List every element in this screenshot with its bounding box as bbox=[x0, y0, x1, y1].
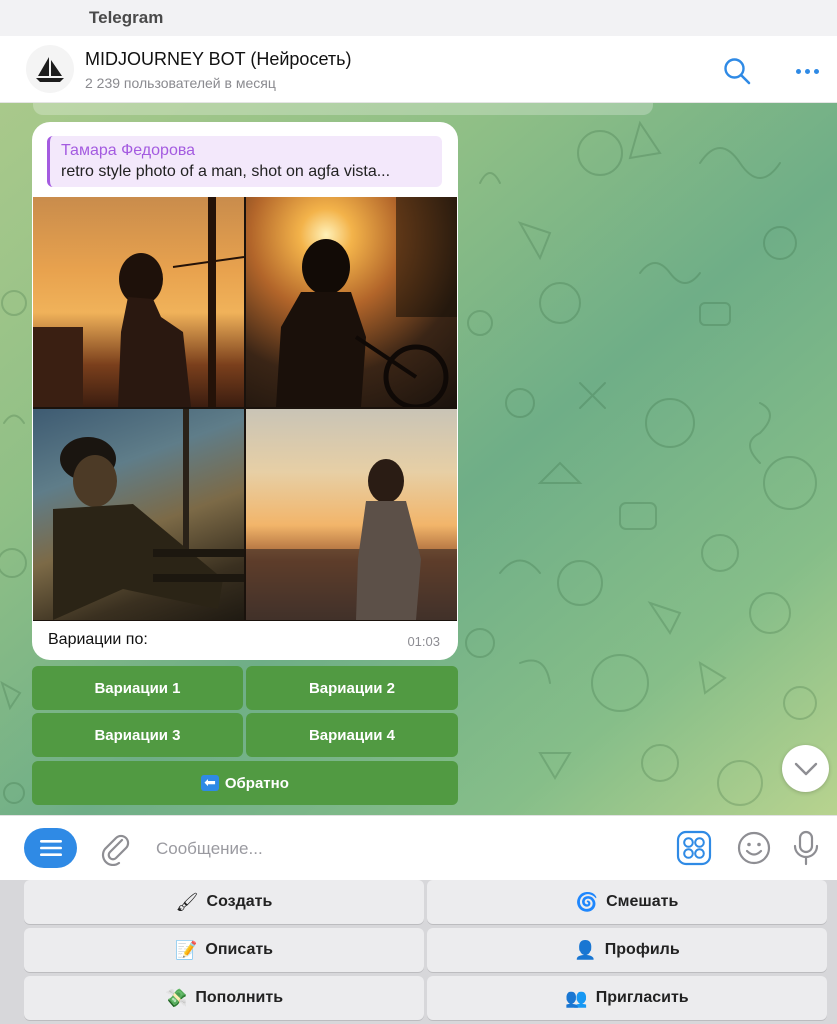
photo-tile-2[interactable] bbox=[246, 197, 457, 407]
back-label: Обратно bbox=[224, 774, 289, 792]
inline-button-variation-4[interactable]: Вариации 4 bbox=[246, 713, 458, 757]
chat-area[interactable]: Тамара Федорова retro style photo of a m… bbox=[0, 103, 837, 815]
photo-tile-1[interactable] bbox=[33, 197, 244, 407]
message-time: 01:03 bbox=[407, 634, 440, 649]
photo-silhouette-man-bench bbox=[53, 409, 244, 620]
user-icon: 👤 bbox=[574, 939, 597, 961]
menu-icon bbox=[39, 840, 62, 856]
search-icon bbox=[724, 58, 751, 85]
message-bubble[interactable]: Тамара Федорова retro style photo of a m… bbox=[32, 122, 458, 660]
chat-title[interactable]: MIDJOURNEY BOT (Нейросеть) bbox=[85, 49, 351, 70]
os-app-name: Telegram bbox=[89, 8, 164, 27]
paperclip-icon bbox=[101, 834, 130, 867]
image-grid[interactable] bbox=[33, 197, 457, 621]
keyboard-button-mix[interactable]: 🌀 Смешать bbox=[427, 880, 827, 924]
keyboard-button-invite[interactable]: 👥 Пригласить bbox=[427, 976, 827, 1020]
emoji-button[interactable] bbox=[736, 830, 772, 866]
keyboard-label: Профиль bbox=[604, 941, 680, 958]
keyboard-button-profile[interactable]: 👤 Профиль bbox=[427, 928, 827, 972]
keyboard-button-create[interactable]: 🖌 Создать bbox=[24, 880, 424, 924]
bot-menu-button[interactable] bbox=[24, 828, 77, 868]
microphone-icon bbox=[793, 830, 819, 866]
smiley-icon bbox=[737, 831, 771, 865]
keyboard-label: Пополнить bbox=[195, 989, 284, 1006]
sailboat-icon bbox=[36, 57, 64, 82]
keyboard-button-topup[interactable]: 💸 Пополнить bbox=[24, 976, 424, 1020]
keyboard-label: Описать bbox=[205, 941, 274, 958]
paintbrush-icon: 🖌 bbox=[175, 891, 199, 913]
bot-reply-keyboard: 🖌 Создать 🌀 Смешать 📝 Описать 👤 Профиль … bbox=[0, 880, 837, 1024]
keyboard-label: Смешать bbox=[606, 893, 679, 910]
users-icon: 👥 bbox=[565, 987, 588, 1009]
attach-button[interactable] bbox=[100, 832, 132, 867]
apps-grid-icon bbox=[676, 830, 712, 866]
back-arrow-icon: ⬅ bbox=[201, 775, 219, 791]
inline-button-variation-2[interactable]: Вариации 2 bbox=[246, 666, 458, 710]
inline-button-back[interactable]: ⬅ Обратно bbox=[32, 761, 458, 805]
message-composer bbox=[0, 815, 837, 880]
photo-silhouette-man-bicycle bbox=[276, 197, 457, 407]
voice-record-button[interactable] bbox=[790, 830, 826, 866]
inline-button-variation-1[interactable]: Вариации 1 bbox=[32, 666, 243, 710]
message-input[interactable] bbox=[150, 832, 650, 866]
chat-header: MIDJOURNEY BOT (Нейросеть) 2 239 пользов… bbox=[0, 36, 837, 103]
reply-quote[interactable]: Тамара Федорова retro style photo of a m… bbox=[47, 136, 442, 187]
keyboard-button-describe[interactable]: 📝 Описать bbox=[24, 928, 424, 972]
chat-subtitle: 2 239 пользователей в месяц bbox=[85, 75, 276, 91]
more-dot-icon bbox=[795, 68, 801, 74]
more-dot-icon bbox=[804, 68, 810, 74]
photo-silhouette-man-standing bbox=[246, 459, 457, 620]
photo-silhouette-man-profile bbox=[33, 197, 244, 407]
cyclone-icon: 🌀 bbox=[575, 891, 599, 913]
money-wings-icon: 💸 bbox=[164, 987, 188, 1009]
message-caption: Вариации по: bbox=[48, 631, 148, 648]
chevron-down-icon bbox=[794, 762, 817, 775]
keyboard-label: Создать bbox=[206, 893, 273, 910]
inline-button-variation-3[interactable]: Вариации 3 bbox=[32, 713, 243, 757]
photo-tile-3[interactable] bbox=[33, 409, 244, 620]
os-status-bar: Telegram bbox=[0, 0, 837, 36]
bot-commands-button[interactable] bbox=[676, 830, 712, 866]
reply-text: retro style photo of a man, shot on agfa… bbox=[61, 163, 391, 180]
more-dot-icon bbox=[813, 68, 819, 74]
photo-tile-4[interactable] bbox=[246, 409, 457, 620]
previous-message-edge bbox=[33, 103, 653, 115]
keyboard-label: Пригласить bbox=[595, 989, 689, 1006]
scroll-down-button[interactable] bbox=[782, 745, 829, 792]
search-button[interactable] bbox=[722, 56, 752, 86]
memo-icon: 📝 bbox=[174, 939, 198, 961]
reply-author: Тамара Федорова bbox=[61, 142, 196, 159]
bot-avatar[interactable] bbox=[26, 45, 74, 93]
more-button[interactable] bbox=[790, 56, 824, 86]
